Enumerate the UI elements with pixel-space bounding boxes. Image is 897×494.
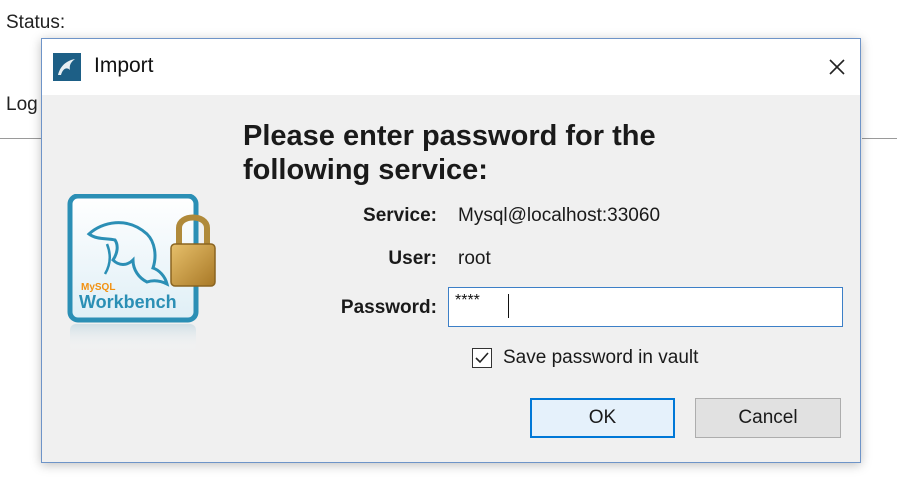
- ok-button[interactable]: OK: [530, 398, 675, 438]
- service-label: Service:: [363, 205, 437, 226]
- status-label: Status:: [6, 12, 66, 33]
- mysql-workbench-app-icon: [53, 53, 81, 81]
- log-label: Log: [6, 94, 38, 115]
- cancel-button[interactable]: Cancel: [695, 398, 841, 438]
- user-label: User:: [388, 248, 437, 269]
- service-value: Mysql@localhost:33060: [458, 205, 661, 226]
- dialog-titlebar[interactable]: Import: [42, 39, 860, 95]
- save-password-option[interactable]: Save password in vault: [472, 347, 698, 369]
- save-password-label: Save password in vault: [503, 347, 699, 368]
- password-label: Password:: [340, 297, 437, 318]
- import-dialog: Import MySQL Workbench Please enter pass…: [41, 38, 861, 463]
- close-icon: [829, 59, 845, 75]
- divider-left: [0, 138, 42, 139]
- text-caret: [508, 294, 509, 318]
- dialog-heading: Please enter password for the following …: [243, 120, 656, 186]
- divider-right: [862, 138, 897, 139]
- lock-icon: [170, 243, 216, 287]
- close-button[interactable]: [814, 39, 860, 95]
- save-password-checkbox[interactable]: [472, 348, 492, 368]
- dialog-title: Import: [94, 54, 154, 77]
- workbench-lock-logo: MySQL Workbench: [67, 194, 216, 352]
- user-value: root: [458, 248, 491, 269]
- logo-workbench-text: Workbench: [79, 292, 177, 312]
- checkmark-icon: [475, 352, 489, 364]
